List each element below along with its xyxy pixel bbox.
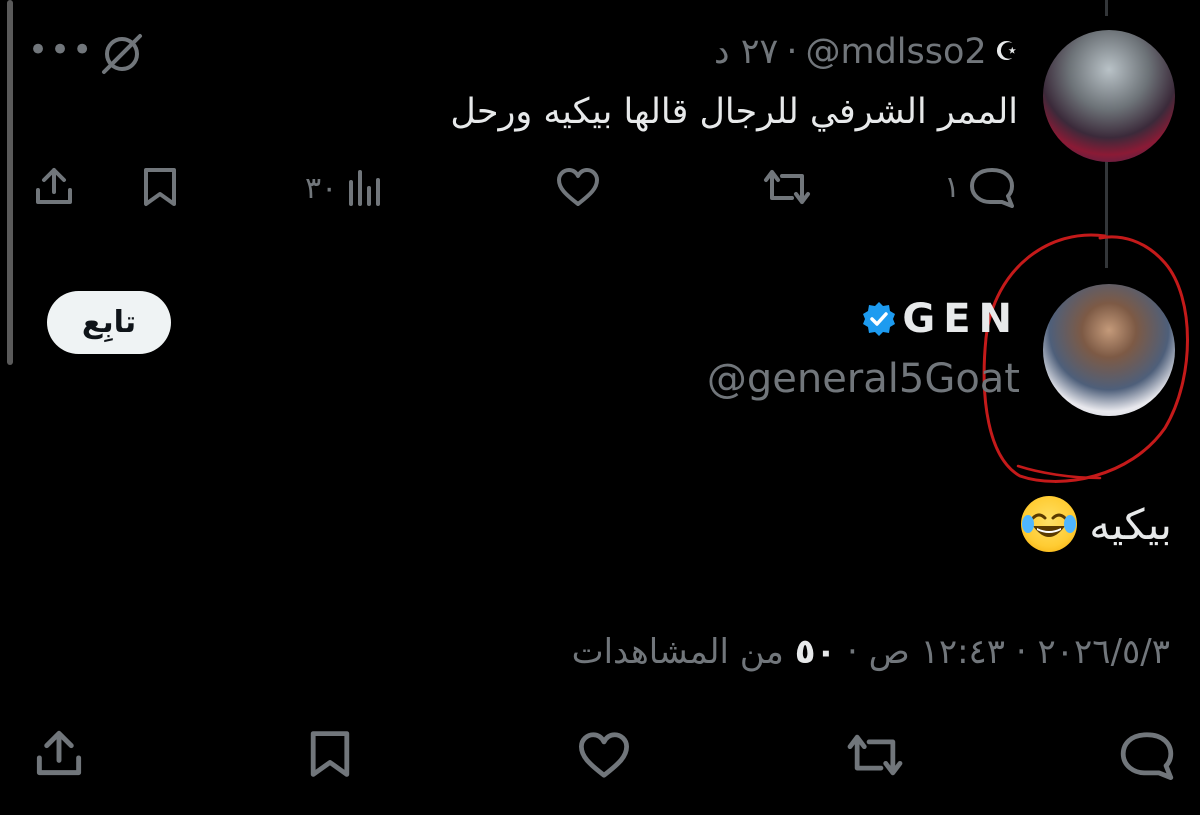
- separator: ·: [847, 632, 858, 672]
- tweet1-time[interactable]: ٢٧ د: [714, 32, 778, 72]
- moon-icon: ☪: [994, 37, 1018, 67]
- tweet2-views-count: ٥٠: [794, 632, 837, 672]
- views-count: ٣٠: [305, 170, 338, 206]
- scrollbar[interactable]: [7, 0, 13, 365]
- bookmark-icon: [144, 168, 176, 206]
- tweet2-views-label: من المشاهدات: [571, 632, 784, 672]
- reply-icon: [970, 168, 1015, 208]
- tweet2-text: بيكيه: [1089, 499, 1172, 549]
- reply-count: ١: [944, 169, 961, 205]
- share-button[interactable]: [32, 164, 76, 208]
- reply-icon: [1120, 732, 1174, 780]
- reply-button[interactable]: ١: [944, 166, 1016, 208]
- tweet1-text: الممر الشرفي للرجال قالها بيكيه ورحل: [450, 92, 1018, 132]
- retweet-button[interactable]: [762, 166, 812, 208]
- tweet2-date[interactable]: ٢٠٢٦/٥/٣: [1038, 632, 1170, 672]
- avatar-general5goat[interactable]: [1043, 284, 1175, 416]
- tweet1-handle[interactable]: @mdlsso2: [806, 32, 987, 72]
- separator: ·: [1015, 632, 1027, 672]
- follow-button[interactable]: تابِع: [47, 291, 171, 354]
- bookmark-button[interactable]: [140, 166, 180, 208]
- share-icon: [36, 168, 72, 204]
- views-icon: [349, 170, 381, 206]
- tweet2-display-name-row[interactable]: GEN: [860, 296, 1020, 342]
- like-icon: [557, 168, 599, 206]
- retweet-icon: [847, 734, 903, 776]
- bookmark-icon: [310, 731, 350, 777]
- avatar-mdlsso2[interactable]: [1043, 30, 1175, 162]
- laughing-emoji-icon: [1021, 496, 1078, 552]
- like-button[interactable]: [555, 166, 601, 208]
- tweet2-handle[interactable]: @general5Goat: [707, 356, 1020, 402]
- views-button[interactable]: ٣٠: [305, 168, 385, 208]
- like-button[interactable]: [576, 730, 632, 780]
- thread-line: [1105, 160, 1108, 268]
- tweet2-text-row: بيكيه: [1021, 496, 1172, 552]
- bookmark-button[interactable]: [306, 728, 354, 780]
- retweet-icon: [764, 170, 810, 204]
- separator: ·: [786, 32, 798, 72]
- retweet-button[interactable]: [845, 730, 905, 780]
- reply-button[interactable]: [1118, 730, 1176, 780]
- grok-icon[interactable]: [98, 30, 146, 78]
- tweet2-meta: ٢٠٢٦/٥/٣ · ١٢:٤٣ ص · ٥٠ من المشاهدات: [572, 632, 1170, 672]
- share-icon: [36, 730, 82, 776]
- thread-line: [1105, 0, 1108, 16]
- verified-icon: [863, 302, 896, 336]
- tweet2-display-name: GEN: [902, 296, 1020, 342]
- like-icon: [579, 732, 629, 778]
- share-button[interactable]: [32, 726, 86, 780]
- tweet2-time[interactable]: ١٢:٤٣ ص: [869, 632, 1005, 672]
- more-icon[interactable]: •••: [28, 30, 94, 70]
- tweet1-header: ٢٧ د · @mdlsso2 ☪: [714, 32, 1018, 72]
